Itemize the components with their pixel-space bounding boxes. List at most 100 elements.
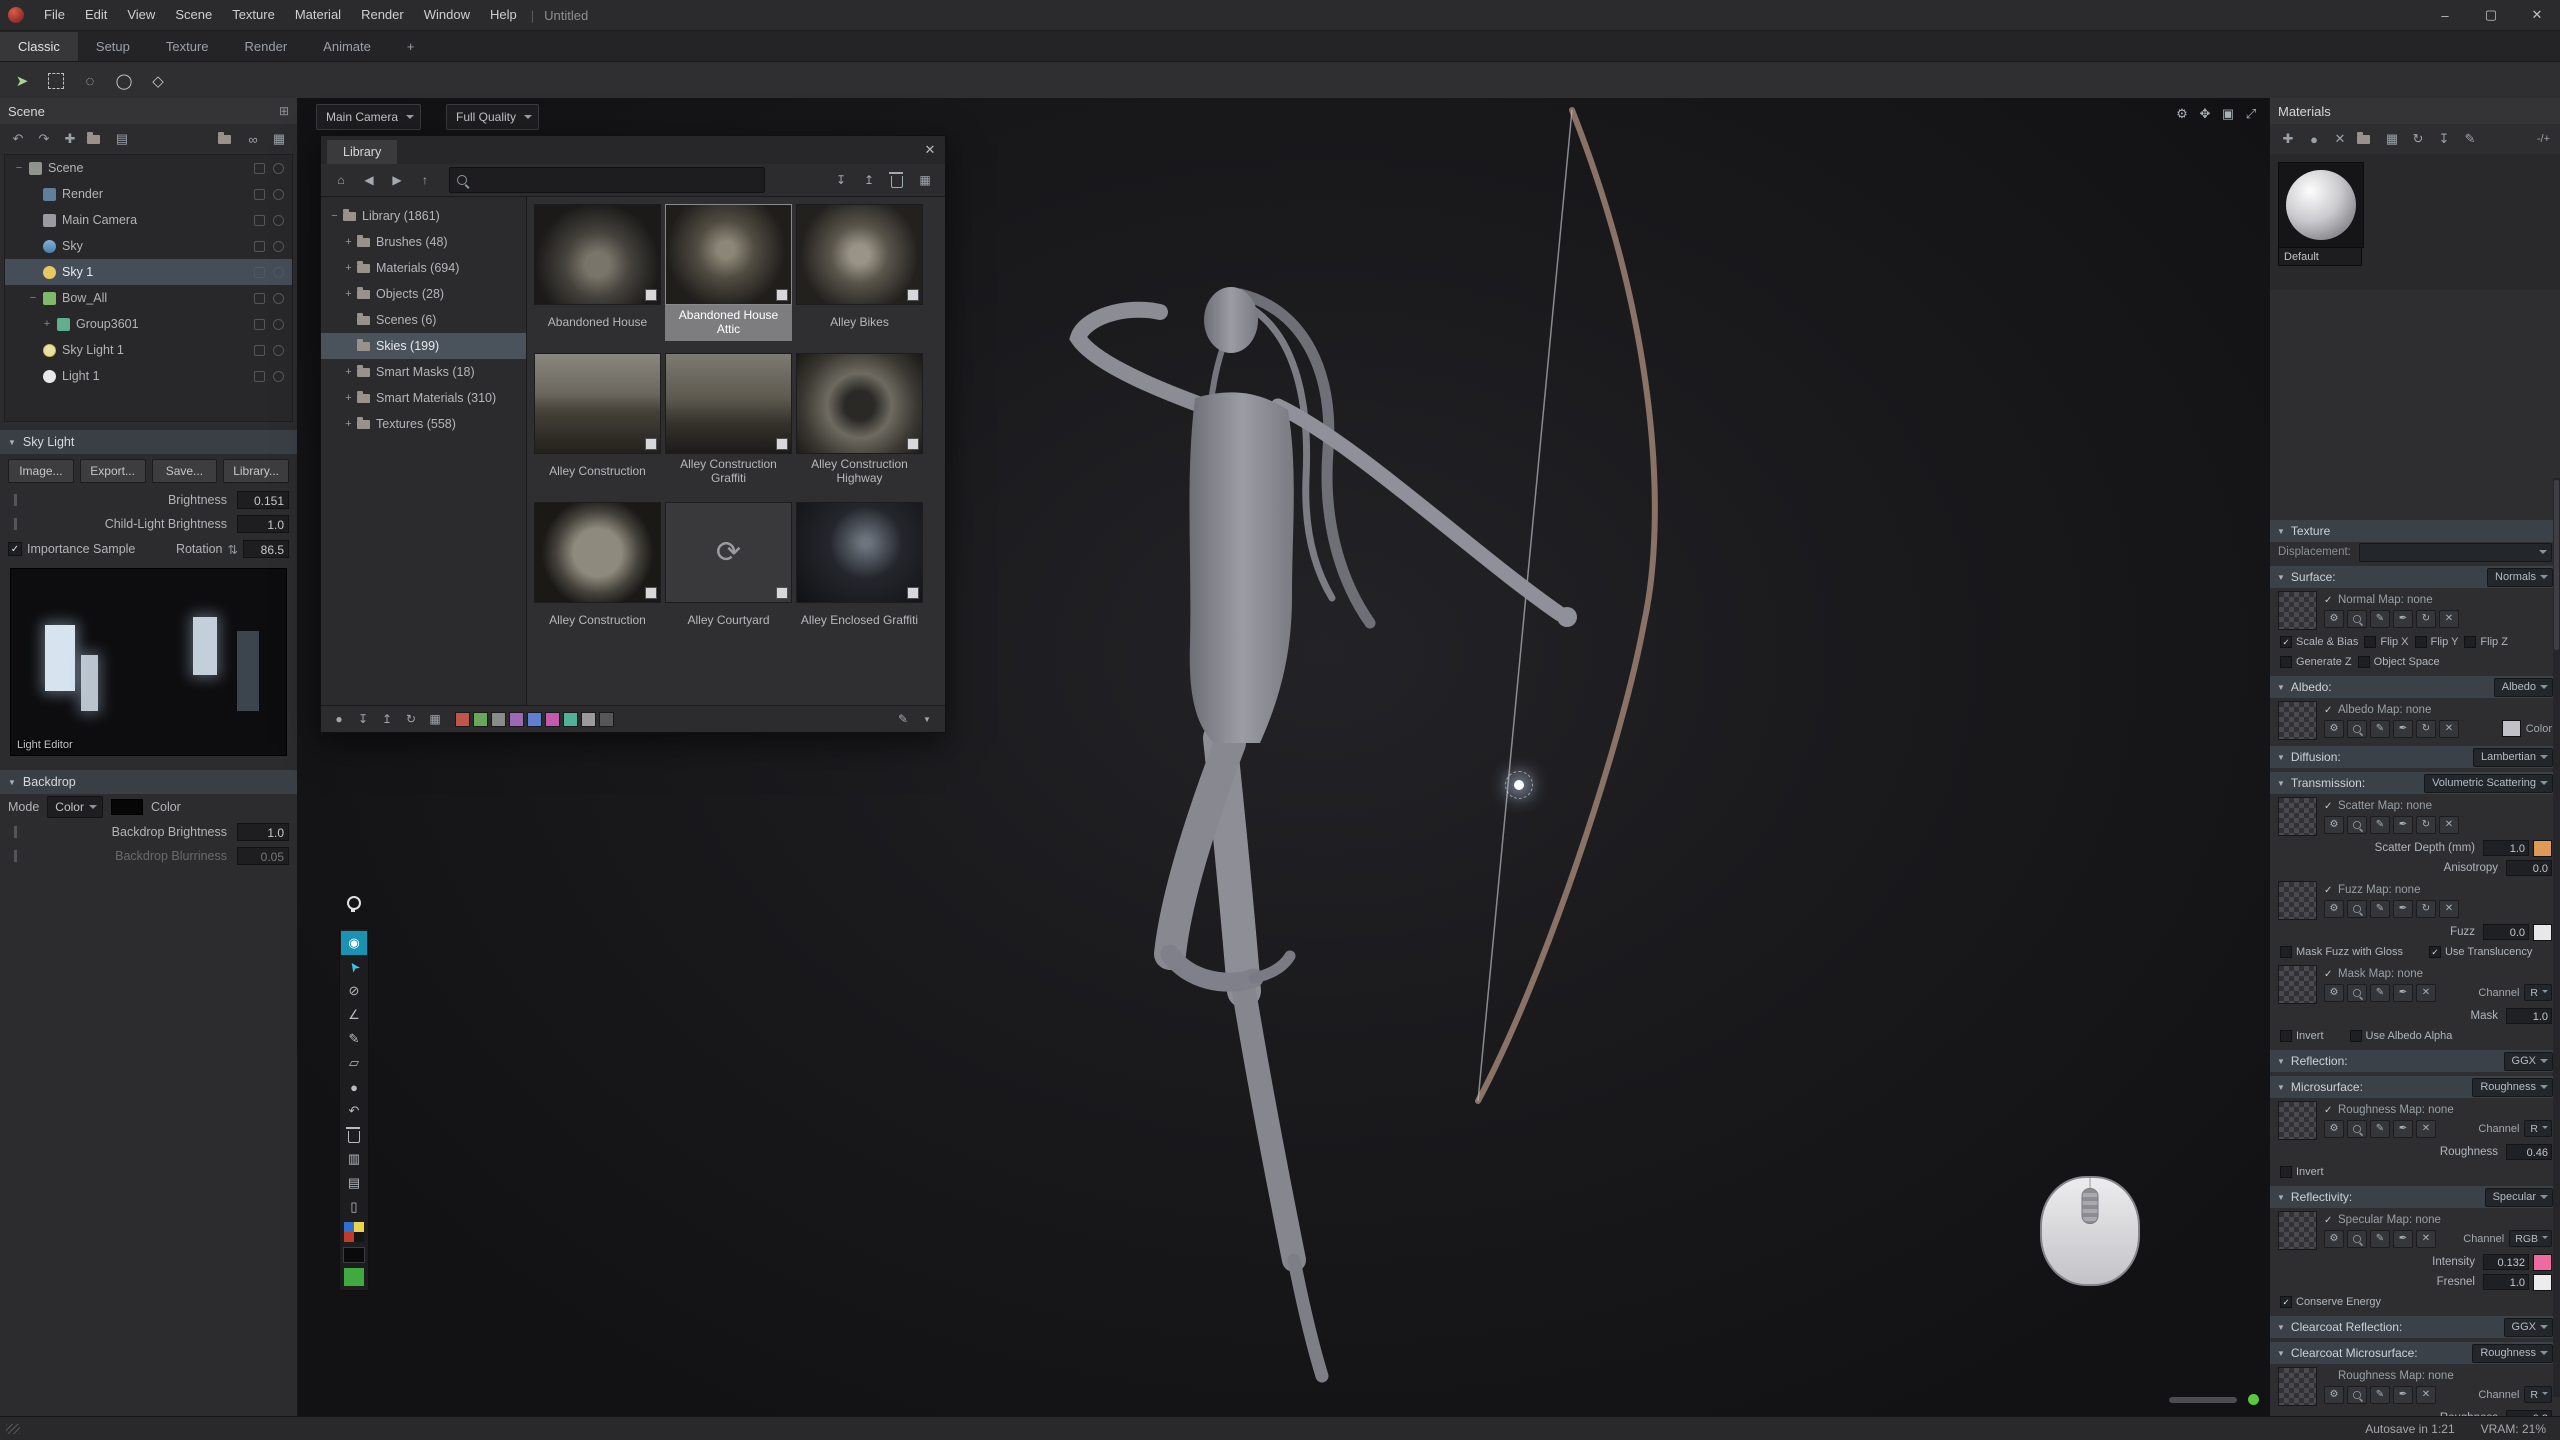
menu-item[interactable]: Edit [75,0,117,30]
viewport-frame-icon[interactable]: ▣ [2218,104,2238,124]
map-clear-icon[interactable]: ✕ [2439,900,2459,918]
surface-section-header[interactable]: ▼ Surface: Normals [2270,566,2560,588]
channel-select[interactable]: R [2524,1386,2552,1403]
tree-expander-icon[interactable]: − [11,162,27,174]
more-options-icon[interactable]: ▼ [917,709,937,729]
lock-icon[interactable] [254,163,265,174]
visibility-icon[interactable] [273,345,284,356]
visibility-icon[interactable] [273,241,284,252]
dot-brush-icon[interactable]: ● [341,1075,367,1099]
flag-checkbox[interactable]: ✓Conserve Energy [2280,1296,2381,1308]
slider-handle[interactable] [14,518,17,530]
menu-item[interactable]: Render [351,0,414,30]
workspace-tab[interactable]: + [389,32,433,61]
black-color-swatch[interactable] [343,1247,365,1263]
albedo-section-header[interactable]: ▼ Albedo: Albedo [2270,676,2560,698]
texture-slot[interactable] [2278,797,2317,836]
displacement-select[interactable] [2359,543,2552,562]
tag-color-swatch[interactable] [545,712,560,727]
sky-thumbnail[interactable] [665,204,792,305]
material-grid-icon[interactable]: ▦ [2380,127,2404,151]
fuzz-color-swatch[interactable] [2533,924,2552,941]
diffusion-section-header[interactable]: ▼ Diffusion: Lambertian [2270,746,2560,768]
quality-select[interactable]: Full Quality [446,104,539,130]
angle-measure-icon[interactable]: ∠ [341,1003,367,1027]
clearcoat-reflection-mode-select[interactable]: GGX [2504,1318,2553,1337]
scene-tree-row[interactable]: − Scene [5,155,292,181]
library-tab[interactable]: Library [327,140,397,164]
slider-handle[interactable] [14,494,17,506]
scene-tree-row[interactable]: Sky [5,233,292,259]
material-import-icon[interactable]: ↧ [2432,127,2456,151]
trash-tool-icon[interactable] [341,1123,367,1147]
menu-item[interactable]: Texture [222,0,285,30]
item-checkbox[interactable] [776,587,788,599]
rotation-value[interactable]: 86.5 [243,540,289,558]
folder-expander-icon[interactable]: + [341,262,356,274]
up-icon[interactable]: ↑ [413,168,437,192]
material-folder-icon[interactable] [2354,127,2378,151]
visibility-tool-icon[interactable]: ◉ [341,931,367,955]
library-folder-row[interactable]: + Brushes (48) [321,229,526,255]
sky-thumbnail[interactable] [534,353,661,454]
transmission-mode-select[interactable]: Volumetric Scattering [2424,774,2553,793]
link-icon[interactable]: ∞ [241,127,265,151]
item-checkbox[interactable] [907,438,919,450]
library-item[interactable]: Alley Construction Highway [796,353,923,490]
map-paint-icon[interactable]: ✎ [2370,1230,2390,1248]
microsurface-section-header[interactable]: ▼ Microsurface: Roughness [2270,1076,2560,1098]
material-paint-icon[interactable]: ✎ [2458,127,2482,151]
map-settings-icon[interactable]: ⚙ [2324,984,2344,1002]
flag-checkbox[interactable]: Mask Fuzz with Gloss [2280,946,2403,958]
library-folder-row[interactable]: + Smart Masks (18) [321,359,526,385]
pointer-tool-icon[interactable]: ➤ [341,955,367,979]
flag-checkbox[interactable]: Invert [2280,1166,2324,1178]
scene-tree-row[interactable]: Main Camera [5,207,292,233]
map-preview-icon[interactable] [2347,1230,2367,1248]
map-clear-icon[interactable]: ✕ [2416,1230,2436,1248]
library-item[interactable]: Abandoned House [534,204,661,341]
folder-expander-icon[interactable]: + [341,392,356,404]
visibility-icon[interactable] [273,267,284,278]
transmission-section-header[interactable]: ▼ Transmission: Volumetric Scattering [2270,772,2560,794]
anisotropy-value[interactable]: 0.0 [2506,860,2552,876]
texture-section-header[interactable]: ▼ Texture [2270,520,2560,542]
lock-icon[interactable] [254,345,265,356]
microsurface-mode-select[interactable]: Roughness [2472,1078,2553,1097]
menu-item[interactable]: View [117,0,165,30]
viewport-move-icon[interactable]: ✥ [2195,104,2215,124]
item-checkbox[interactable] [776,438,788,450]
library-folder-row[interactable]: Scenes (6) [321,307,526,333]
library-item[interactable]: Alley Enclosed Graffiti [796,502,923,639]
home-icon[interactable]: ⌂ [329,168,353,192]
library-folder-row[interactable]: Skies (199) [321,333,526,359]
pen-tool-icon[interactable]: ✎ [341,1027,367,1051]
menu-item[interactable]: Help [480,0,527,30]
viewport-expand-icon[interactable]: ⤢ [2241,104,2261,124]
lasso-select-icon[interactable]: ◌ [76,67,104,95]
visibility-icon[interactable] [273,319,284,330]
color-swatch-quad[interactable] [344,1222,364,1242]
export-icon[interactable]: ↥ [857,168,881,192]
maximize-button[interactable]: ▢ [2468,0,2514,30]
download-icon[interactable]: ↧ [353,709,373,729]
map-preview-icon[interactable] [2347,816,2367,834]
reflection-mode-select[interactable]: GGX [2504,1052,2553,1071]
visibility-icon[interactable] [273,189,284,200]
panel-popout-icon[interactable]: ⊞ [279,104,289,118]
flag-checkbox[interactable]: ✓Scale & Bias [2280,636,2358,648]
tag-color-swatch[interactable] [527,712,542,727]
minimize-button[interactable]: – [2422,0,2468,30]
map-edit-icon[interactable]: ✒ [2393,816,2413,834]
reflection-section-header[interactable]: ▼ Reflection: GGX [2270,1050,2560,1072]
image-tool-icon[interactable]: ▤ [341,1171,367,1195]
reflectivity-section-header[interactable]: ▼ Reflectivity: Specular [2270,1186,2560,1208]
scene-tree-row[interactable]: − Bow_All [5,285,292,311]
map-clear-icon[interactable]: ✕ [2439,720,2459,738]
item-checkbox[interactable] [645,587,657,599]
flag-checkbox[interactable]: Use Albedo Alpha [2350,1030,2453,1042]
map-reload-icon[interactable]: ↻ [2416,610,2436,628]
delete-material-icon[interactable]: ✕ [2328,127,2352,151]
map-clear-icon[interactable]: ✕ [2439,816,2459,834]
map-paint-icon[interactable]: ✎ [2370,610,2390,628]
